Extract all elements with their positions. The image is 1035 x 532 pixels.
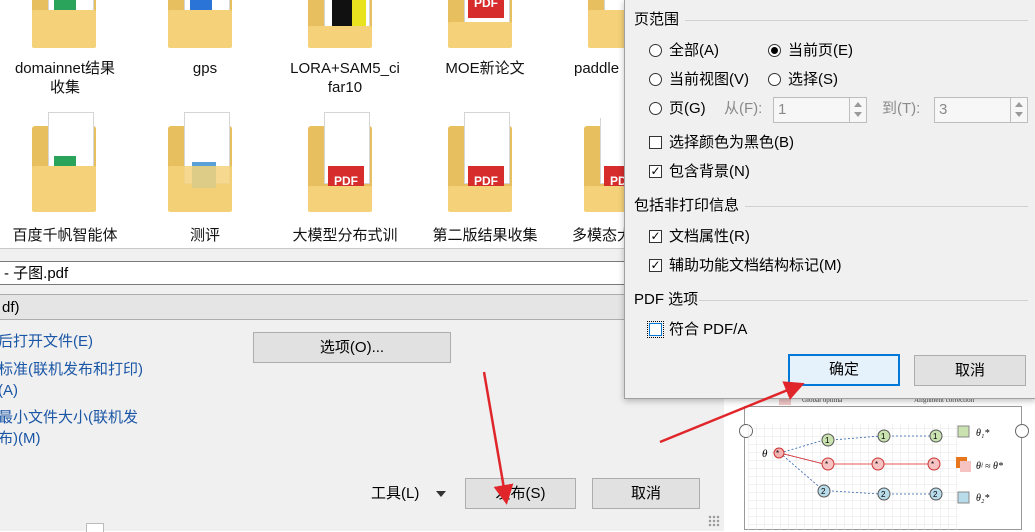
folder-item[interactable]: PDF 多模态大 [560,118,624,248]
section-divider [685,20,1028,21]
cancel-button[interactable]: 取消 [592,478,700,509]
all-pages-label[interactable]: 全部(A) [669,41,719,61]
folder-label: 多模态大 [572,227,624,244]
chevron-down-icon[interactable] [436,491,446,497]
current-view-radio[interactable] [649,73,662,86]
theta2-label: θ₂* [976,493,989,504]
theta-label: θ [762,448,768,460]
node-star: * [875,460,878,469]
pdf-folder-icon: PDF [448,0,512,48]
figure-diagram: Global optima Alignment correction * 1 1… [748,396,1003,530]
popup-cancel-button[interactable]: 取消 [914,355,1026,386]
folder-item[interactable]: LORA+SAM5_ci far10 [280,0,410,100]
tools-menu[interactable]: 工具(L) [371,484,419,504]
spin-up-icon[interactable] [854,102,862,107]
folder-item[interactable]: paddle [560,0,624,100]
folder-item[interactable]: domainnet结果 收集 [0,0,130,100]
pdf-folder-icon: PDF [308,112,372,212]
selection-label[interactable]: 选择(S) [788,70,838,90]
node-star: * [825,460,828,469]
to-label: 到(T): [882,100,921,117]
spin-down-icon[interactable] [1015,112,1023,117]
options-button[interactable]: 选项(O)... [253,332,451,363]
non-print-info-title: 包括非打印信息 [634,197,740,214]
open-after-publish-option[interactable]: 后打开文件(E) [0,331,93,352]
folder-icon [308,0,372,48]
folder-label: 大模型分布式训 [292,227,398,244]
theta-approx-label: θʲ ≈ θ* [976,461,1003,472]
folder-label: LORA+SAM5_ci far10 [290,60,400,96]
folder-label: 第二版结果收集 [432,227,538,244]
pdf-options-dialog: 页范围 全部(A) 当前页(E) 当前视图(V) 选择(S) 页(G) 从(F)… [624,0,1035,399]
node-1: 1 [881,432,886,441]
folder-label: gps [192,60,218,77]
include-background-label[interactable]: 包含背景(N) [669,162,750,182]
theta1-label: θ₁* [976,428,989,439]
current-view-label[interactable]: 当前视图(V) [669,70,749,90]
document-properties-checkbox[interactable]: ✓ [649,230,662,243]
selection-radio[interactable] [768,73,781,86]
to-page-stepper[interactable]: 3 [934,97,1028,123]
pdf-folder-icon: PDF [584,118,624,212]
folder-item[interactable]: 百度千帆智能体 [0,112,130,248]
node-1: 1 [933,432,938,441]
folder-icon [32,112,96,212]
node-star: * [776,449,779,458]
folder-label: MOE新论文 [445,60,525,77]
from-page-value: 1 [778,101,787,118]
folder-label: paddle [574,60,620,77]
publish-button[interactable]: 发布(S) [465,478,576,509]
ok-button[interactable]: 确定 [788,354,900,386]
node-2: 2 [881,490,886,499]
pdf-options-title: PDF 选项 [634,291,699,308]
node-1: 1 [825,436,830,445]
folder-item[interactable]: gps [140,0,270,100]
filename-input[interactable]: - 子图.pdf [0,261,640,285]
folder-label: domainnet结果 收集 [14,60,116,96]
from-page-stepper[interactable]: 1 [773,97,867,123]
folder-icon [168,0,232,48]
filetype-select[interactable]: df) [0,294,640,320]
standard-optimize-option[interactable]: 标准(联机发布和打印) (A) [0,359,158,401]
page-range-title: 页范围 [634,11,680,28]
folder-label: 测评 [189,227,220,244]
pages-label[interactable]: 页(G) [669,99,706,119]
pages-radio[interactable] [649,102,662,115]
figure-preview[interactable]: Global optima Alignment correction * 1 1… [724,396,1035,530]
folder-icon [168,112,232,212]
folder-icon [588,0,624,48]
from-label: 从(F): [724,100,763,117]
node-star: * [931,460,934,469]
section-divider [699,300,1028,301]
folder-item[interactable]: PDF 大模型分布式训 [280,112,410,248]
min-size-optimize-option[interactable]: 最小文件大小(联机发 布)(M) [0,407,158,449]
folder-item[interactable]: 测评 [140,112,270,248]
node-2: 2 [821,487,826,496]
current-page-label[interactable]: 当前页(E) [788,41,853,61]
resize-grip-icon[interactable] [708,515,720,527]
folder-label: 百度千帆智能体 [12,227,118,244]
pdf-folder-icon: PDF [448,112,512,212]
section-divider [745,206,1028,207]
document-properties-label[interactable]: 文档属性(R) [669,227,750,247]
accessibility-tags-label[interactable]: 辅助功能文档结构标记(M) [669,256,842,276]
include-background-checkbox[interactable]: ✓ [649,165,662,178]
black-color-checkbox[interactable] [649,136,662,149]
folder-item[interactable]: PDF 第二版结果收集 [420,112,550,248]
folder-icon [32,0,96,48]
accessibility-tags-checkbox[interactable]: ✓ [649,259,662,272]
pdfa-checkbox[interactable] [647,321,664,338]
pdfa-label[interactable]: 符合 PDF/A [669,320,747,340]
node-2: 2 [933,490,938,499]
publish-dialog: - 子图.pdf df) 后打开文件(E) 标准(联机发布和打印) (A) 最小… [0,248,724,532]
to-page-value: 3 [939,101,948,118]
spin-down-icon[interactable] [854,112,862,117]
scrollbar-fragment [86,523,104,532]
all-pages-radio[interactable] [649,44,662,57]
current-page-radio[interactable] [768,44,781,57]
black-color-label[interactable]: 选择颜色为黑色(B) [669,133,794,153]
spin-up-icon[interactable] [1015,102,1023,107]
folder-item[interactable]: PDF MOE新论文 [420,0,550,100]
